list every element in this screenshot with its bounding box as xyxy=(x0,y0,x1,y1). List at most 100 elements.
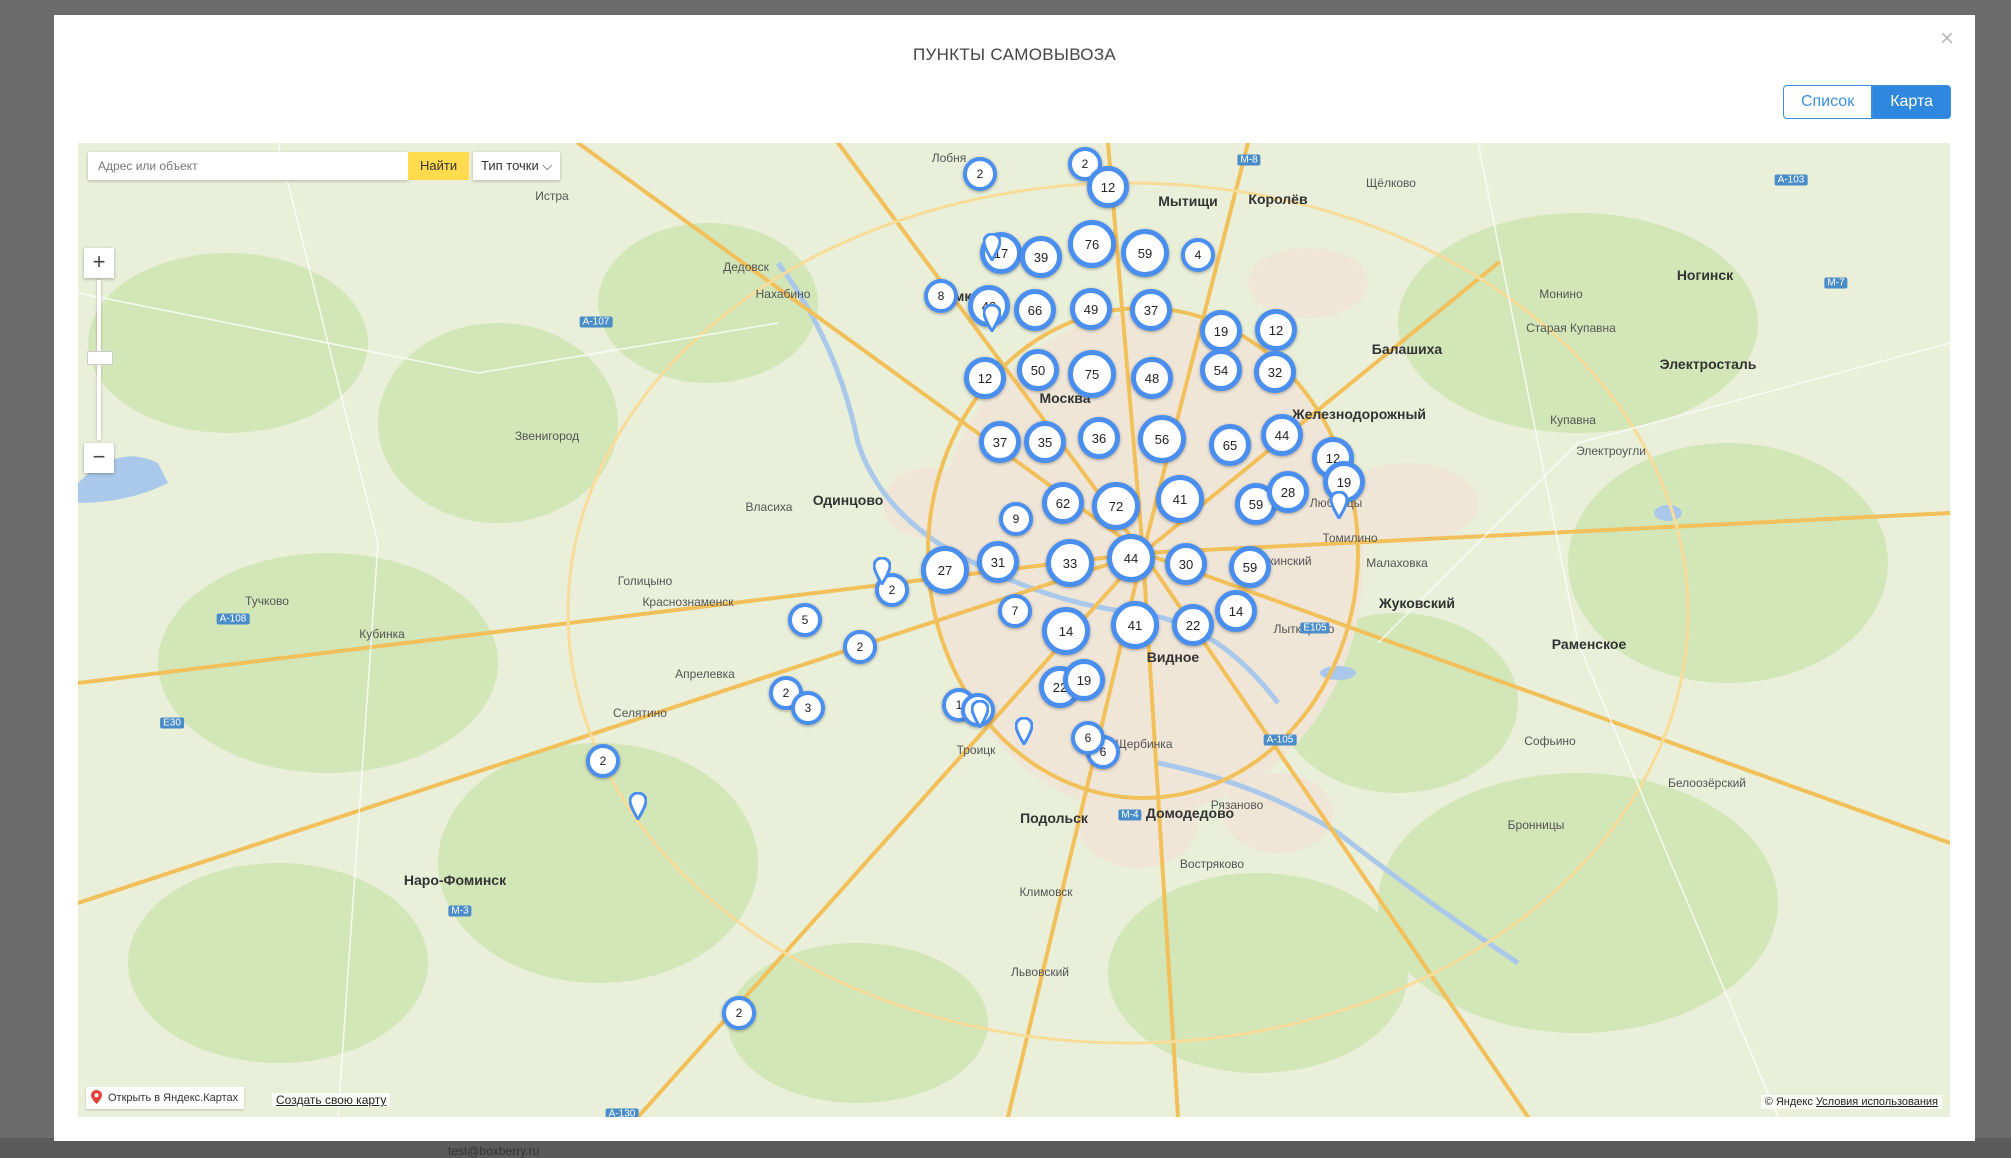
pickup-point-pin-icon[interactable] xyxy=(983,233,1001,261)
place-label: Электросталь xyxy=(1659,356,1757,372)
place-label: Монино xyxy=(1539,287,1583,301)
map-view-button[interactable]: Карта xyxy=(1872,85,1951,119)
zoom-slider-handle[interactable] xyxy=(87,351,113,365)
road-number-label: A-105 xyxy=(1263,734,1297,746)
place-label: Щербинка xyxy=(1115,737,1173,751)
place-label: Звенигород xyxy=(514,429,580,443)
pickup-cluster-marker[interactable]: 28 xyxy=(1267,471,1309,513)
pickup-cluster-marker[interactable]: 33 xyxy=(1046,539,1094,587)
pickup-cluster-marker[interactable]: 2 xyxy=(722,996,756,1030)
place-label: Раменское xyxy=(1551,636,1627,652)
pickup-cluster-marker[interactable]: 7 xyxy=(998,594,1032,628)
pickup-cluster-marker[interactable]: 2 xyxy=(586,744,620,778)
place-label: Одинцово xyxy=(812,492,884,508)
pickup-cluster-marker[interactable]: 12 xyxy=(964,357,1006,399)
list-view-button[interactable]: Список xyxy=(1782,85,1873,119)
place-label: Кубинка xyxy=(359,627,405,641)
place-label: Селятино xyxy=(613,706,667,720)
pickup-cluster-marker[interactable]: 44 xyxy=(1107,534,1155,582)
pickup-point-pin-icon[interactable] xyxy=(983,304,1001,332)
place-label: Тучково xyxy=(245,594,289,608)
pickup-point-pin-icon[interactable] xyxy=(1015,717,1033,745)
pickup-cluster-marker[interactable]: 14 xyxy=(1042,607,1090,655)
pickup-cluster-marker[interactable]: 22 xyxy=(1172,604,1214,646)
pickup-point-pin-icon[interactable] xyxy=(873,557,891,585)
backdrop-email-text: test@boxberry.ru xyxy=(448,1144,540,1158)
pickup-point-pin-icon[interactable] xyxy=(629,792,647,820)
place-label: Королёв xyxy=(1248,191,1308,207)
pickup-cluster-marker[interactable]: 30 xyxy=(1165,543,1207,585)
zoom-in-button[interactable]: + xyxy=(84,248,114,278)
pickup-cluster-marker[interactable]: 65 xyxy=(1209,424,1251,466)
pickup-cluster-marker[interactable]: 48 xyxy=(1131,357,1173,399)
pickup-cluster-marker[interactable]: 59 xyxy=(1229,546,1271,588)
place-label: Апрелевка xyxy=(675,667,735,681)
place-label: Электроугли xyxy=(1576,444,1646,458)
chevron-down-icon: ⌵ xyxy=(542,158,553,173)
pickup-cluster-marker[interactable]: 6 xyxy=(1071,721,1105,755)
place-label: Железнодорожный xyxy=(1291,406,1427,422)
address-search-input[interactable] xyxy=(88,152,348,180)
pickup-cluster-marker[interactable]: 12 xyxy=(1087,166,1129,208)
place-label: Краснознаменск xyxy=(642,595,734,609)
create-your-map-link[interactable]: Создать свою карту xyxy=(272,1093,391,1107)
point-type-label: Тип точки xyxy=(481,158,539,173)
pickup-cluster-marker[interactable]: 8 xyxy=(924,279,958,313)
pickup-cluster-marker[interactable]: 72 xyxy=(1092,482,1140,530)
road-number-label: M-7 xyxy=(1824,277,1848,289)
place-label: Подольск xyxy=(1020,810,1088,826)
pickup-cluster-marker[interactable]: 19 xyxy=(1200,310,1242,352)
pickup-cluster-marker[interactable]: 59 xyxy=(1121,229,1169,277)
pickup-point-pin-icon[interactable] xyxy=(971,700,989,728)
modal-title: ПУНКТЫ САМОВЫВОЗА xyxy=(912,45,1117,64)
pickup-cluster-marker[interactable]: 5 xyxy=(788,603,822,637)
zoom-out-button[interactable]: − xyxy=(84,443,114,473)
pickup-cluster-marker[interactable]: 44 xyxy=(1261,414,1303,456)
pickup-cluster-marker[interactable]: 54 xyxy=(1200,349,1242,391)
pickup-cluster-marker[interactable]: 12 xyxy=(1255,309,1297,351)
road-number-label: A-130 xyxy=(605,1108,639,1117)
pickup-cluster-marker[interactable]: 37 xyxy=(1130,289,1172,331)
pickup-cluster-marker[interactable]: 75 xyxy=(1068,350,1116,398)
find-button[interactable]: Найти xyxy=(408,152,470,180)
place-label: Климовск xyxy=(1019,885,1073,899)
road-number-label: A-103 xyxy=(1774,174,1808,186)
place-label: Томилино xyxy=(1322,531,1378,545)
pickup-cluster-marker[interactable]: 3 xyxy=(791,691,825,725)
pickup-cluster-marker[interactable]: 2 xyxy=(843,630,877,664)
road-number-label: M-3 xyxy=(448,905,472,917)
pickup-cluster-marker[interactable]: 19 xyxy=(1063,659,1105,701)
pickup-cluster-marker[interactable]: 41 xyxy=(1111,601,1159,649)
page-backdrop xyxy=(0,1138,2011,1158)
yandex-map[interactable]: Москва Химки Мытищи Королёв Щёлково Балашиха Э… xyxy=(78,143,1950,1117)
pickup-cluster-marker[interactable]: 49 xyxy=(1070,288,1112,330)
place-label: Лобня xyxy=(931,151,967,165)
pickup-cluster-marker[interactable]: 41 xyxy=(1156,475,1204,523)
pickup-cluster-marker[interactable]: 66 xyxy=(1014,289,1056,331)
pickup-cluster-marker[interactable]: 62 xyxy=(1042,482,1084,524)
pickup-cluster-marker[interactable]: 39 xyxy=(1020,236,1062,278)
pickup-cluster-marker[interactable]: 32 xyxy=(1254,351,1296,393)
place-label: Нахабино xyxy=(755,287,811,301)
pickup-cluster-marker[interactable]: 35 xyxy=(1024,421,1066,463)
pickup-cluster-marker[interactable]: 31 xyxy=(977,541,1019,583)
pickup-points-modal: × ПУНКТЫ САМОВЫВОЗА Список Карта Москва … xyxy=(54,15,1975,1141)
pickup-cluster-marker[interactable]: 2 xyxy=(963,157,997,191)
pickup-cluster-marker[interactable]: 14 xyxy=(1215,590,1257,632)
place-label: Наро-Фоминск xyxy=(403,872,507,888)
terms-of-use-link[interactable]: Условия использования xyxy=(1816,1096,1938,1108)
pickup-cluster-marker[interactable]: 56 xyxy=(1138,415,1186,463)
pickup-cluster-marker[interactable]: 37 xyxy=(979,421,1021,463)
pickup-cluster-marker[interactable]: 76 xyxy=(1068,220,1116,268)
road-number-label: A-107 xyxy=(579,316,613,328)
pickup-cluster-marker[interactable]: 27 xyxy=(921,546,969,594)
point-type-dropdown[interactable]: Тип точки ⌵ xyxy=(473,152,561,180)
open-in-yandex-maps-link[interactable]: Открыть в Яндекс.Картах xyxy=(86,1087,245,1109)
pickup-cluster-marker[interactable]: 9 xyxy=(999,502,1033,536)
pickup-cluster-marker[interactable]: 36 xyxy=(1078,417,1120,459)
pickup-cluster-marker[interactable]: 50 xyxy=(1017,349,1059,391)
pickup-cluster-marker[interactable]: 4 xyxy=(1181,238,1215,272)
place-label: Видное xyxy=(1146,649,1200,665)
pickup-point-pin-icon[interactable] xyxy=(1330,491,1348,519)
copyright-text: © Яндекс xyxy=(1764,1096,1813,1108)
